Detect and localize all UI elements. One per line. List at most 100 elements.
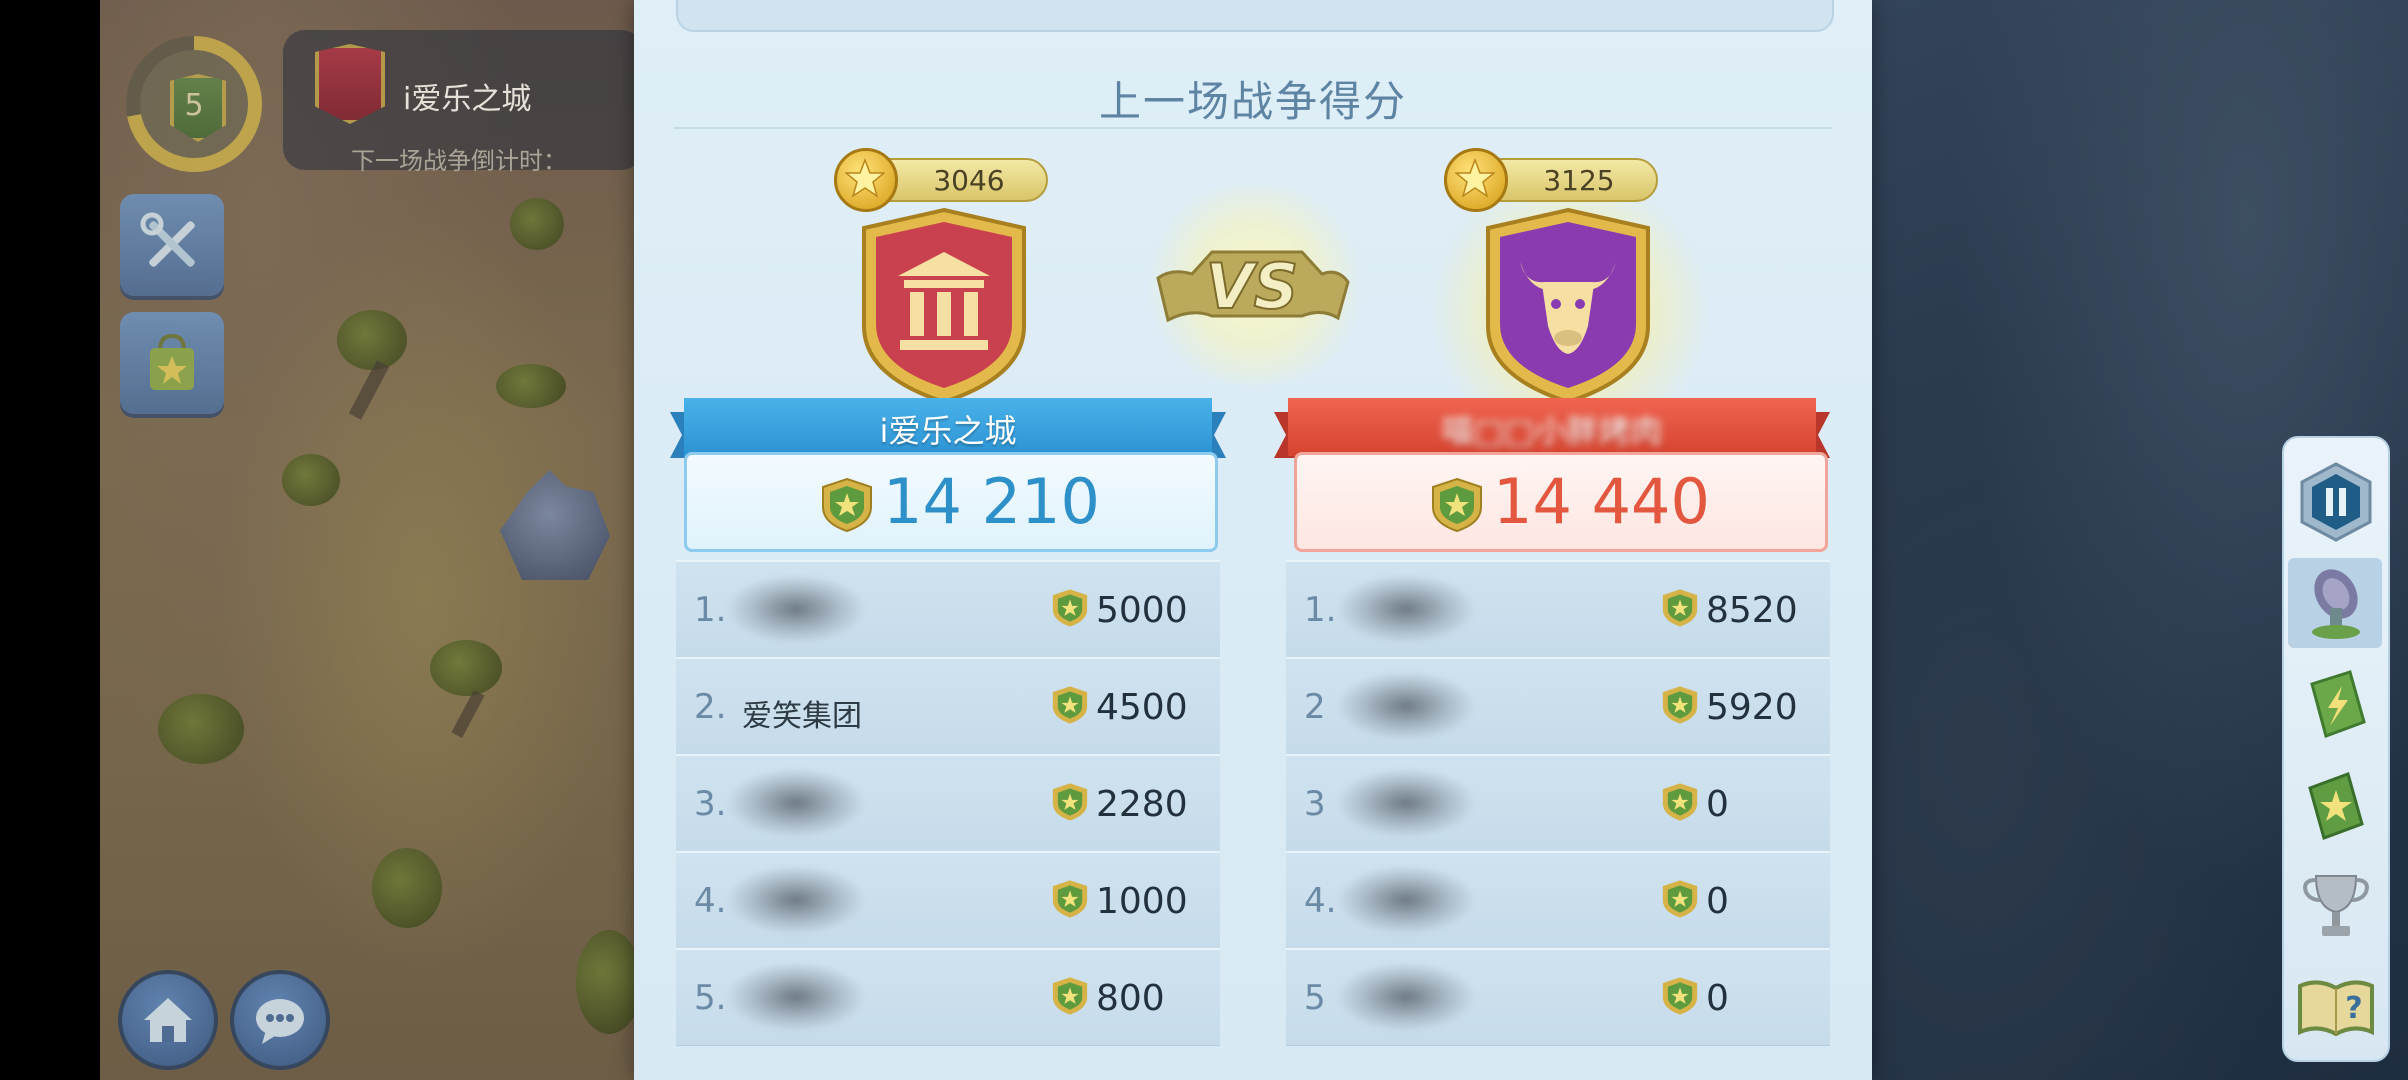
pause-icon[interactable] [2294, 460, 2378, 544]
war-shield-icon [1432, 477, 1482, 533]
war-shield-icon [1052, 589, 1088, 627]
tree [337, 310, 407, 370]
war-shield-icon [1662, 589, 1698, 627]
right-team-ribbon: 喵□□小胖烤肉 [1274, 398, 1830, 458]
member-row[interactable]: 5 0 [1286, 948, 1830, 1046]
radar-icon[interactable] [2294, 560, 2378, 644]
war-result-panel: 上一场战争得分 3046 VS 3125 i爱乐之城 14 210 喵□□小胖烤… [634, 0, 1872, 1080]
member-rank: 5 [1304, 978, 1326, 1018]
right-team-total: 14 440 [1294, 452, 1828, 552]
hidden-name [726, 865, 866, 935]
war-shield-icon [822, 477, 872, 533]
tools-button[interactable] [120, 194, 224, 296]
left-team-rating-value: 3046 [933, 164, 1005, 197]
city-war-banner[interactable]: i爱乐之城 下一场战争倒计时： [283, 30, 643, 175]
war-countdown-label: 下一场战争倒计时： [351, 147, 567, 175]
lightning-card-icon[interactable] [2294, 664, 2378, 748]
war-shield-icon [1052, 783, 1088, 821]
vs-badge: VS [1156, 249, 1350, 324]
level-ring-inner: 5 [140, 50, 248, 158]
rock-formation [500, 470, 610, 580]
chat-button[interactable] [230, 970, 330, 1070]
tree [372, 848, 442, 928]
member-row[interactable]: 4. 0 [1286, 851, 1830, 949]
shop-bag-icon [150, 333, 194, 390]
tree [510, 198, 564, 250]
hidden-name [1336, 768, 1476, 838]
panel-top-section [676, 0, 1834, 32]
member-points: 1000 [1096, 881, 1188, 922]
war-shield-icon [1662, 880, 1698, 918]
game-screen: 5 i爱乐之城 下一场战争倒计时： 上一场战争得分 3046 VS 3125 i… [0, 0, 2408, 1080]
tree [158, 694, 244, 764]
right-team-name: 喵□□小胖烤肉 [1441, 412, 1663, 450]
trophy-icon[interactable] [2294, 864, 2378, 948]
member-row[interactable]: 1. 8520 [1286, 560, 1830, 658]
city-name: i爱乐之城 [403, 82, 532, 117]
member-rank: 1. [694, 590, 727, 630]
war-shield-icon [1052, 686, 1088, 724]
member-rank: 4. [694, 881, 727, 921]
bank-icon [315, 44, 385, 124]
member-rank: 4. [1304, 881, 1337, 921]
tree [496, 364, 566, 408]
member-points: 2280 [1096, 784, 1188, 825]
hidden-name [726, 574, 866, 644]
member-points: 800 [1096, 978, 1165, 1019]
left-team-total: 14 210 [684, 452, 1218, 552]
member-rank: 3. [694, 784, 727, 824]
tools-icon [140, 212, 195, 267]
bank-icon [862, 207, 1026, 405]
tree [282, 454, 340, 506]
player-level-badge[interactable]: 5 [126, 36, 262, 172]
member-points: 5000 [1096, 590, 1188, 631]
home-button[interactable] [118, 970, 218, 1070]
shop-button[interactable] [120, 312, 224, 414]
right-team-total-score: 14 440 [1493, 465, 1710, 538]
member-row[interactable]: 3 0 [1286, 754, 1830, 852]
title-divider [674, 127, 1832, 129]
member-rank: 3 [1304, 784, 1326, 824]
left-team-name: i爱乐之城 [879, 412, 1017, 450]
tree [430, 640, 502, 696]
right-team-rating-value: 3125 [1543, 164, 1615, 197]
left-team-ribbon: i爱乐之城 [670, 398, 1226, 458]
member-points: 8520 [1706, 590, 1798, 631]
war-shield-icon [1662, 686, 1698, 724]
screen-edge [0, 0, 100, 1080]
vs-label: VS [1206, 250, 1299, 323]
chat-icon [256, 999, 304, 1044]
war-shield-icon [1052, 880, 1088, 918]
help-book-icon[interactable]: ? [2294, 964, 2378, 1048]
tree-trunk [451, 689, 485, 739]
panel-title: 上一场战争得分 [1098, 77, 1407, 126]
member-row[interactable]: 3. 2280 [676, 754, 1220, 852]
hidden-name [726, 768, 866, 838]
war-shield-icon [1052, 977, 1088, 1015]
member-points: 0 [1706, 978, 1729, 1019]
member-row[interactable]: 4. 1000 [676, 851, 1220, 949]
member-points: 0 [1706, 881, 1729, 922]
hidden-name [1336, 962, 1476, 1032]
player-level: 5 [184, 88, 204, 123]
star-coin-icon [1444, 148, 1508, 212]
member-row[interactable]: 2 5920 [1286, 657, 1830, 755]
member-rank: 2 [1304, 687, 1326, 727]
hidden-name [1336, 574, 1476, 644]
hidden-name [1336, 865, 1476, 935]
hidden-name [1336, 671, 1476, 741]
svg-text:?: ? [2345, 991, 2362, 1026]
member-rank: 1. [1304, 590, 1337, 630]
home-icon [144, 998, 192, 1042]
member-row[interactable]: 5. 800 [676, 948, 1220, 1046]
star-coin-icon [834, 148, 898, 212]
member-row[interactable]: 1. 5000 [676, 560, 1220, 658]
right-toolbar: ? [2282, 436, 2390, 1062]
member-name: 爱笑集团 [742, 699, 862, 734]
member-points: 4500 [1096, 687, 1188, 728]
member-points: 5920 [1706, 687, 1798, 728]
left-team-total-score: 14 210 [883, 465, 1100, 538]
member-row[interactable]: 2. 爱笑集团 4500 [676, 657, 1220, 755]
hidden-name [726, 962, 866, 1032]
star-card-icon[interactable] [2294, 764, 2378, 848]
